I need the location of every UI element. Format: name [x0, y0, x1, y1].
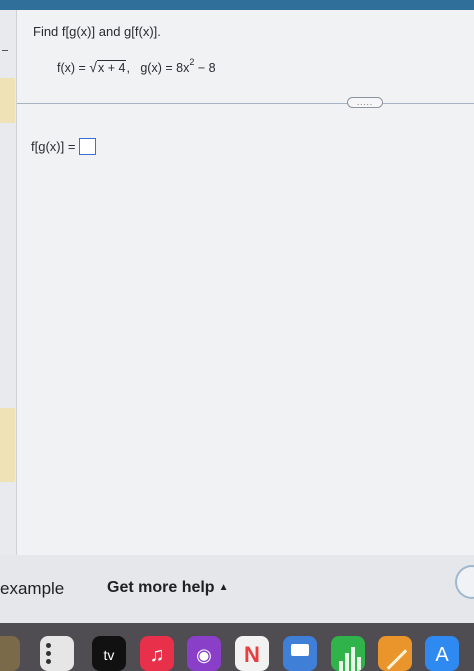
- question-prompt: Find f[g(x)] and g[f(x)].: [33, 24, 161, 39]
- gutter-highlight-bottom: [0, 408, 15, 482]
- macos-dock: tv ♫ ◉ N A: [0, 623, 474, 671]
- view-example-link[interactable]: example: [0, 579, 64, 599]
- dock-app-icon[interactable]: [0, 636, 20, 671]
- help-bar: example Get more help ▲: [0, 555, 474, 623]
- f-radicand: x + 4: [96, 60, 127, 76]
- f-definition-lhs: f(x) =: [57, 61, 90, 76]
- news-icon[interactable]: N: [235, 636, 269, 671]
- pages-icon[interactable]: [378, 636, 412, 671]
- gutter-tick: [2, 50, 8, 51]
- keynote-icon[interactable]: [283, 636, 317, 671]
- numbers-icon[interactable]: [331, 636, 365, 671]
- expand-more-button[interactable]: .....: [347, 97, 383, 108]
- given-functions: f(x) = √x + 4, g(x) = 8x2 − 8: [57, 57, 216, 76]
- circle-action-button[interactable]: [455, 565, 474, 599]
- g-exponent: 2: [189, 57, 195, 67]
- podcasts-icon[interactable]: ◉: [187, 636, 221, 671]
- g-definition-lhs: g(x) = 8x: [140, 61, 190, 76]
- separator: ,: [126, 61, 130, 76]
- tv-label: tv: [103, 647, 115, 663]
- left-gutter: [0, 10, 17, 555]
- sqrt-symbol: √: [89, 59, 97, 76]
- music-icon[interactable]: ♫: [140, 636, 174, 671]
- gutter-highlight-top: [0, 78, 15, 123]
- music-glyph: ♫: [149, 644, 165, 666]
- podcast-glyph: ◉: [196, 645, 212, 665]
- answer-label: f[g(x)] =: [31, 139, 76, 154]
- answer-row: f[g(x)] =: [31, 138, 97, 155]
- caret-up-icon: ▲: [218, 582, 229, 593]
- news-glyph: N: [244, 642, 260, 667]
- get-more-help-label: Get more help: [107, 579, 215, 596]
- browser-top-strip: [0, 0, 474, 10]
- app-store-icon[interactable]: A: [425, 636, 459, 671]
- answer-input[interactable]: [79, 138, 97, 155]
- reminders-icon[interactable]: [40, 636, 74, 671]
- question-panel: Find f[g(x)] and g[f(x)]. f(x) = √x + 4,…: [17, 10, 474, 555]
- g-definition-tail: − 8: [194, 61, 216, 76]
- get-more-help-button[interactable]: Get more help ▲: [107, 579, 228, 597]
- section-divider: [17, 103, 474, 104]
- apple-tv-icon[interactable]: tv: [92, 636, 126, 671]
- appstore-glyph: A: [435, 644, 449, 666]
